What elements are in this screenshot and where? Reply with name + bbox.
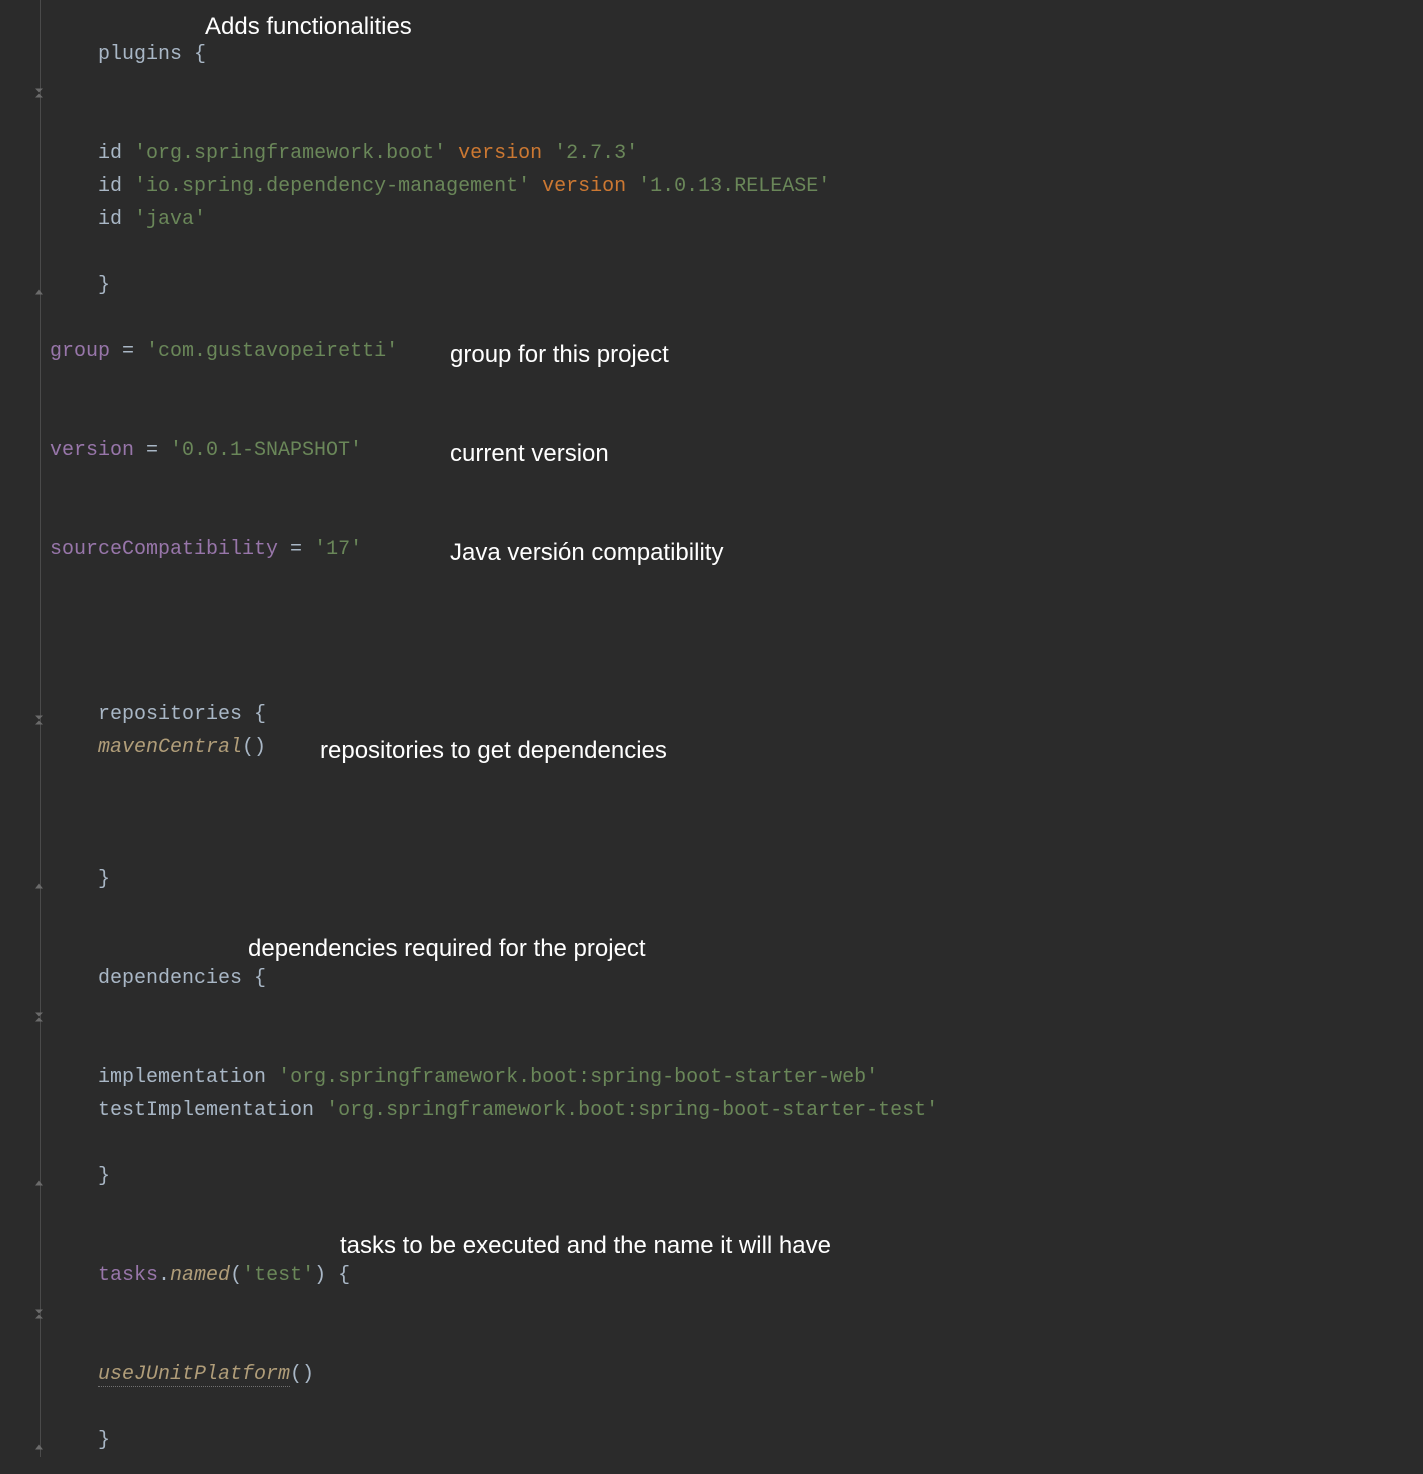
dep-1: 'org.springframework.boot:spring-boot-st… xyxy=(278,1066,878,1089)
code-line: tasks.named('test') { tasks to be execut… xyxy=(20,1226,1423,1358)
blank-line xyxy=(20,632,1423,665)
version-prop: version xyxy=(50,439,134,462)
fold-close-icon[interactable] xyxy=(34,1419,45,1430)
annotation-version: current version xyxy=(450,434,609,474)
blank-line xyxy=(20,1193,1423,1226)
plugin-id-2: 'io.spring.dependency-management' xyxy=(134,175,530,198)
blank-line xyxy=(20,302,1423,335)
named-method: named xyxy=(170,1264,230,1287)
junit-method: useJUnitPlatform xyxy=(98,1363,290,1387)
code-line: id 'java' xyxy=(20,203,1423,236)
annotation-source: Java versión compatibility xyxy=(450,533,723,573)
plugin-id-1: 'org.springframework.boot' xyxy=(134,142,446,165)
testimpl-keyword: testImplementation xyxy=(98,1099,314,1122)
annotation-deps: dependencies required for the project xyxy=(248,929,646,969)
maven-central: mavenCentral xyxy=(98,736,242,759)
group-prop: group xyxy=(50,340,110,363)
version-value: '0.0.1-SNAPSHOT' xyxy=(170,439,362,462)
source-prop: sourceCompatibility xyxy=(50,538,278,561)
code-line: repositories { xyxy=(20,665,1423,731)
fold-open-icon[interactable] xyxy=(34,693,45,704)
code-line: } xyxy=(20,1127,1423,1193)
group-value: 'com.gustavopeiretti' xyxy=(146,340,398,363)
code-line: version = '0.0.1-SNAPSHOT' current versi… xyxy=(20,434,1423,533)
code-line: implementation 'org.springframework.boot… xyxy=(20,1061,1423,1094)
code-line: mavenCentral() repositories to get depen… xyxy=(20,731,1423,830)
fold-close-icon[interactable] xyxy=(34,1155,45,1166)
code-line: id 'io.spring.dependency-management' ver… xyxy=(20,170,1423,203)
code-line: } xyxy=(20,1391,1423,1457)
code-editor[interactable]: plugins { Adds functionalities id 'org.s… xyxy=(0,0,1423,1457)
blank-line xyxy=(20,896,1423,929)
annotation-group: group for this project xyxy=(450,335,669,375)
annotation-tasks: tasks to be executed and the name it wil… xyxy=(340,1226,831,1266)
impl-keyword: implementation xyxy=(98,1066,266,1089)
code-line: plugins { Adds functionalities xyxy=(20,5,1423,137)
fold-close-icon[interactable] xyxy=(34,264,45,275)
plugins-keyword: plugins xyxy=(98,43,182,66)
fold-close-icon[interactable] xyxy=(34,858,45,869)
deps-keyword: dependencies xyxy=(98,967,242,990)
plugin-ver-2: '1.0.13.RELEASE' xyxy=(638,175,830,198)
fold-open-icon[interactable] xyxy=(34,990,45,1001)
annotation-plugins: Adds functionalities xyxy=(205,7,412,47)
dep-2: 'org.springframework.boot:spring-boot-st… xyxy=(326,1099,938,1122)
task-name: 'test' xyxy=(242,1264,314,1287)
annotation-repos: repositories to get dependencies xyxy=(320,731,667,771)
fold-open-icon[interactable] xyxy=(34,1287,45,1298)
code-line: id 'org.springframework.boot' version '2… xyxy=(20,137,1423,170)
source-value: '17' xyxy=(314,538,362,561)
plugin-id-3: 'java' xyxy=(134,208,206,231)
tasks-prop: tasks xyxy=(98,1264,158,1287)
plugin-ver-1: '2.7.3' xyxy=(554,142,638,165)
code-line: useJUnitPlatform() xyxy=(20,1358,1423,1391)
repos-keyword: repositories xyxy=(98,703,242,726)
code-line: dependencies { dependencies required for… xyxy=(20,929,1423,1061)
fold-open-icon[interactable] xyxy=(34,66,45,77)
code-line: } xyxy=(20,236,1423,302)
code-line: testImplementation 'org.springframework.… xyxy=(20,1094,1423,1127)
code-line: sourceCompatibility = '17' Java versión … xyxy=(20,533,1423,632)
code-line: group = 'com.gustavopeiretti' group for … xyxy=(20,335,1423,434)
code-line: } xyxy=(20,830,1423,896)
